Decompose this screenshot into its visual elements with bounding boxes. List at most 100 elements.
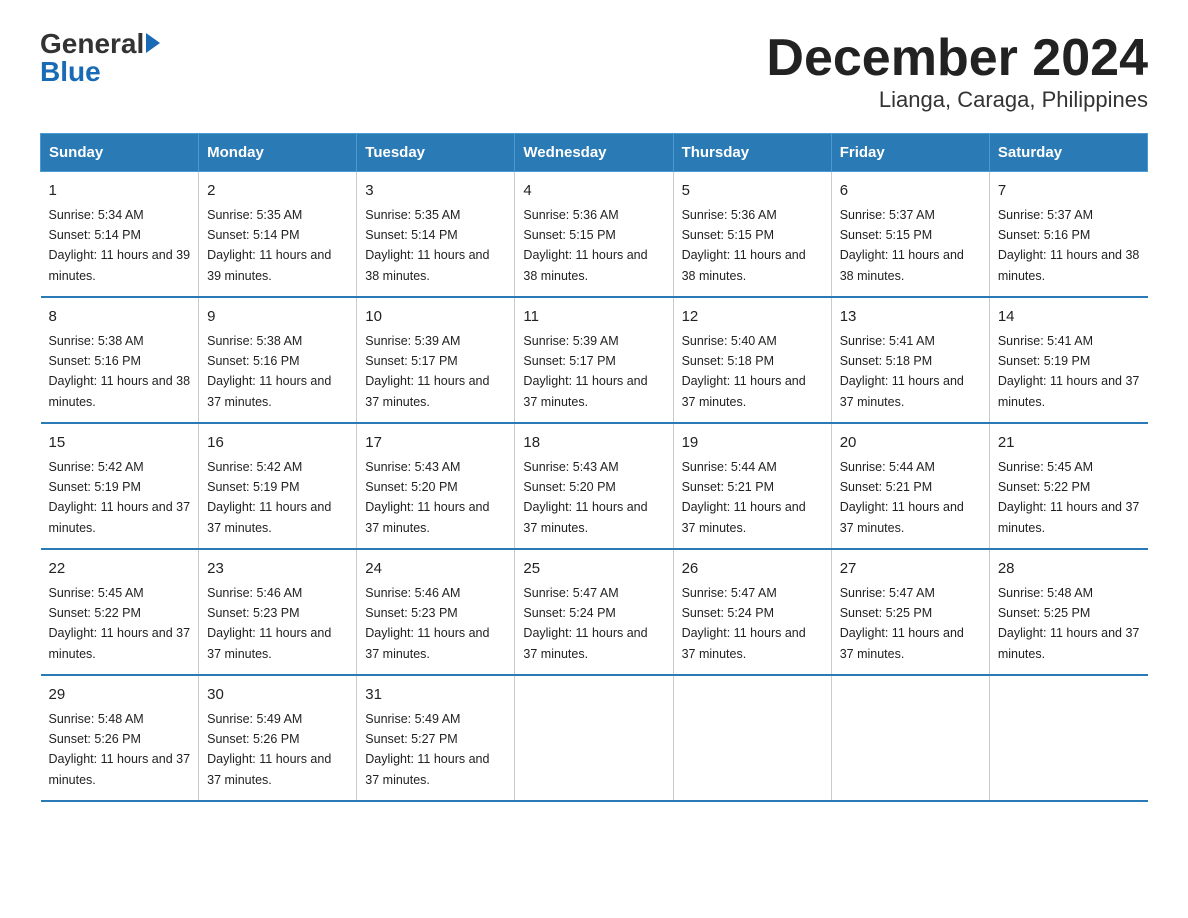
- calendar-cell: 5 Sunrise: 5:36 AMSunset: 5:15 PMDaylight…: [673, 172, 831, 298]
- week-row-4: 22 Sunrise: 5:45 AMSunset: 5:22 PMDayligh…: [41, 549, 1148, 675]
- calendar-table: SundayMondayTuesdayWednesdayThursdayFrid…: [40, 133, 1148, 802]
- day-info: Sunrise: 5:37 AMSunset: 5:15 PMDaylight:…: [840, 208, 964, 283]
- day-info: Sunrise: 5:38 AMSunset: 5:16 PMDaylight:…: [207, 334, 331, 409]
- day-number: 28: [998, 558, 1140, 581]
- day-number: 23: [207, 558, 348, 581]
- day-info: Sunrise: 5:49 AMSunset: 5:27 PMDaylight:…: [365, 712, 489, 787]
- logo-arrow-icon: [146, 33, 160, 53]
- day-info: Sunrise: 5:36 AMSunset: 5:15 PMDaylight:…: [682, 208, 806, 283]
- day-number: 14: [998, 306, 1140, 329]
- day-number: 22: [49, 558, 191, 581]
- calendar-cell: [515, 675, 673, 801]
- calendar-cell: 27Sunrise: 5:47 AMSunset: 5:25 PMDayligh…: [831, 549, 989, 675]
- page-header: General Blue December 2024 Lianga, Carag…: [40, 30, 1148, 113]
- calendar-cell: [673, 675, 831, 801]
- calendar-cell: 11 Sunrise: 5:39 AMSunset: 5:17 PMDayligh…: [515, 297, 673, 423]
- week-row-3: 15 Sunrise: 5:42 AMSunset: 5:19 PMDayligh…: [41, 423, 1148, 549]
- calendar-cell: 9 Sunrise: 5:38 AMSunset: 5:16 PMDaylight…: [199, 297, 357, 423]
- day-info: Sunrise: 5:43 AMSunset: 5:20 PMDaylight:…: [523, 460, 647, 535]
- calendar-cell: 6Sunrise: 5:37 AMSunset: 5:15 PMDaylight…: [831, 172, 989, 298]
- week-row-5: 29 Sunrise: 5:48 AMSunset: 5:26 PMDayligh…: [41, 675, 1148, 801]
- calendar-cell: 21 Sunrise: 5:45 AMSunset: 5:22 PMDayligh…: [989, 423, 1147, 549]
- day-info: Sunrise: 5:47 AMSunset: 5:24 PMDaylight:…: [682, 586, 806, 661]
- calendar-cell: 28 Sunrise: 5:48 AMSunset: 5:25 PMDayligh…: [989, 549, 1147, 675]
- logo-blue: Blue: [40, 58, 160, 86]
- header-tuesday: Tuesday: [357, 134, 515, 172]
- calendar-cell: 29 Sunrise: 5:48 AMSunset: 5:26 PMDayligh…: [41, 675, 199, 801]
- day-info: Sunrise: 5:41 AMSunset: 5:19 PMDaylight:…: [998, 334, 1140, 409]
- day-info: Sunrise: 5:40 AMSunset: 5:18 PMDaylight:…: [682, 334, 806, 409]
- day-number: 2: [207, 180, 348, 203]
- calendar-cell: 24 Sunrise: 5:46 AMSunset: 5:23 PMDayligh…: [357, 549, 515, 675]
- day-number: 9: [207, 306, 348, 329]
- day-number: 12: [682, 306, 823, 329]
- header-thursday: Thursday: [673, 134, 831, 172]
- day-info: Sunrise: 5:47 AMSunset: 5:25 PMDaylight:…: [840, 586, 964, 661]
- day-info: Sunrise: 5:45 AMSunset: 5:22 PMDaylight:…: [998, 460, 1140, 535]
- day-number: 24: [365, 558, 506, 581]
- calendar-cell: 30Sunrise: 5:49 AMSunset: 5:26 PMDayligh…: [199, 675, 357, 801]
- day-number: 31: [365, 684, 506, 707]
- calendar-cell: 20Sunrise: 5:44 AMSunset: 5:21 PMDayligh…: [831, 423, 989, 549]
- calendar-title: December 2024: [766, 30, 1148, 87]
- day-info: Sunrise: 5:39 AMSunset: 5:17 PMDaylight:…: [365, 334, 489, 409]
- calendar-cell: 19 Sunrise: 5:44 AMSunset: 5:21 PMDayligh…: [673, 423, 831, 549]
- calendar-cell: 3 Sunrise: 5:35 AMSunset: 5:14 PMDaylight…: [357, 172, 515, 298]
- day-info: Sunrise: 5:48 AMSunset: 5:25 PMDaylight:…: [998, 586, 1140, 661]
- day-number: 1: [49, 180, 191, 203]
- day-number: 16: [207, 432, 348, 455]
- day-number: 8: [49, 306, 191, 329]
- calendar-cell: 7Sunrise: 5:37 AMSunset: 5:16 PMDaylight…: [989, 172, 1147, 298]
- calendar-cell: 18 Sunrise: 5:43 AMSunset: 5:20 PMDayligh…: [515, 423, 673, 549]
- day-number: 13: [840, 306, 981, 329]
- day-info: Sunrise: 5:45 AMSunset: 5:22 PMDaylight:…: [49, 586, 191, 661]
- day-number: 7: [998, 180, 1140, 203]
- calendar-cell: 31 Sunrise: 5:49 AMSunset: 5:27 PMDayligh…: [357, 675, 515, 801]
- calendar-cell: [989, 675, 1147, 801]
- week-row-2: 8 Sunrise: 5:38 AMSunset: 5:16 PMDaylight…: [41, 297, 1148, 423]
- day-number: 25: [523, 558, 664, 581]
- header-friday: Friday: [831, 134, 989, 172]
- day-number: 21: [998, 432, 1140, 455]
- day-info: Sunrise: 5:41 AMSunset: 5:18 PMDaylight:…: [840, 334, 964, 409]
- calendar-cell: 22 Sunrise: 5:45 AMSunset: 5:22 PMDayligh…: [41, 549, 199, 675]
- header-saturday: Saturday: [989, 134, 1147, 172]
- day-number: 10: [365, 306, 506, 329]
- day-number: 19: [682, 432, 823, 455]
- day-number: 29: [49, 684, 191, 707]
- calendar-cell: 10 Sunrise: 5:39 AMSunset: 5:17 PMDayligh…: [357, 297, 515, 423]
- day-info: Sunrise: 5:39 AMSunset: 5:17 PMDaylight:…: [523, 334, 647, 409]
- day-info: Sunrise: 5:46 AMSunset: 5:23 PMDaylight:…: [365, 586, 489, 661]
- calendar-cell: 17Sunrise: 5:43 AMSunset: 5:20 PMDayligh…: [357, 423, 515, 549]
- day-info: Sunrise: 5:42 AMSunset: 5:19 PMDaylight:…: [49, 460, 191, 535]
- calendar-cell: 15 Sunrise: 5:42 AMSunset: 5:19 PMDayligh…: [41, 423, 199, 549]
- day-info: Sunrise: 5:47 AMSunset: 5:24 PMDaylight:…: [523, 586, 647, 661]
- day-number: 20: [840, 432, 981, 455]
- day-info: Sunrise: 5:46 AMSunset: 5:23 PMDaylight:…: [207, 586, 331, 661]
- calendar-subtitle: Lianga, Caraga, Philippines: [766, 87, 1148, 113]
- day-info: Sunrise: 5:35 AMSunset: 5:14 PMDaylight:…: [365, 208, 489, 283]
- logo: General Blue: [40, 30, 160, 86]
- day-number: 3: [365, 180, 506, 203]
- calendar-cell: 4Sunrise: 5:36 AMSunset: 5:15 PMDaylight…: [515, 172, 673, 298]
- day-info: Sunrise: 5:49 AMSunset: 5:26 PMDaylight:…: [207, 712, 331, 787]
- day-info: Sunrise: 5:48 AMSunset: 5:26 PMDaylight:…: [49, 712, 191, 787]
- day-number: 11: [523, 306, 664, 329]
- header-wednesday: Wednesday: [515, 134, 673, 172]
- calendar-cell: 25 Sunrise: 5:47 AMSunset: 5:24 PMDayligh…: [515, 549, 673, 675]
- day-number: 4: [523, 180, 664, 203]
- day-number: 5: [682, 180, 823, 203]
- calendar-cell: 26 Sunrise: 5:47 AMSunset: 5:24 PMDayligh…: [673, 549, 831, 675]
- calendar-cell: 14 Sunrise: 5:41 AMSunset: 5:19 PMDayligh…: [989, 297, 1147, 423]
- day-number: 18: [523, 432, 664, 455]
- day-number: 15: [49, 432, 191, 455]
- title-block: December 2024 Lianga, Caraga, Philippine…: [766, 30, 1148, 113]
- day-number: 26: [682, 558, 823, 581]
- header-monday: Monday: [199, 134, 357, 172]
- day-info: Sunrise: 5:34 AMSunset: 5:14 PMDaylight:…: [49, 208, 191, 283]
- day-info: Sunrise: 5:42 AMSunset: 5:19 PMDaylight:…: [207, 460, 331, 535]
- day-info: Sunrise: 5:44 AMSunset: 5:21 PMDaylight:…: [682, 460, 806, 535]
- day-info: Sunrise: 5:38 AMSunset: 5:16 PMDaylight:…: [49, 334, 191, 409]
- calendar-cell: 12 Sunrise: 5:40 AMSunset: 5:18 PMDayligh…: [673, 297, 831, 423]
- calendar-cell: [831, 675, 989, 801]
